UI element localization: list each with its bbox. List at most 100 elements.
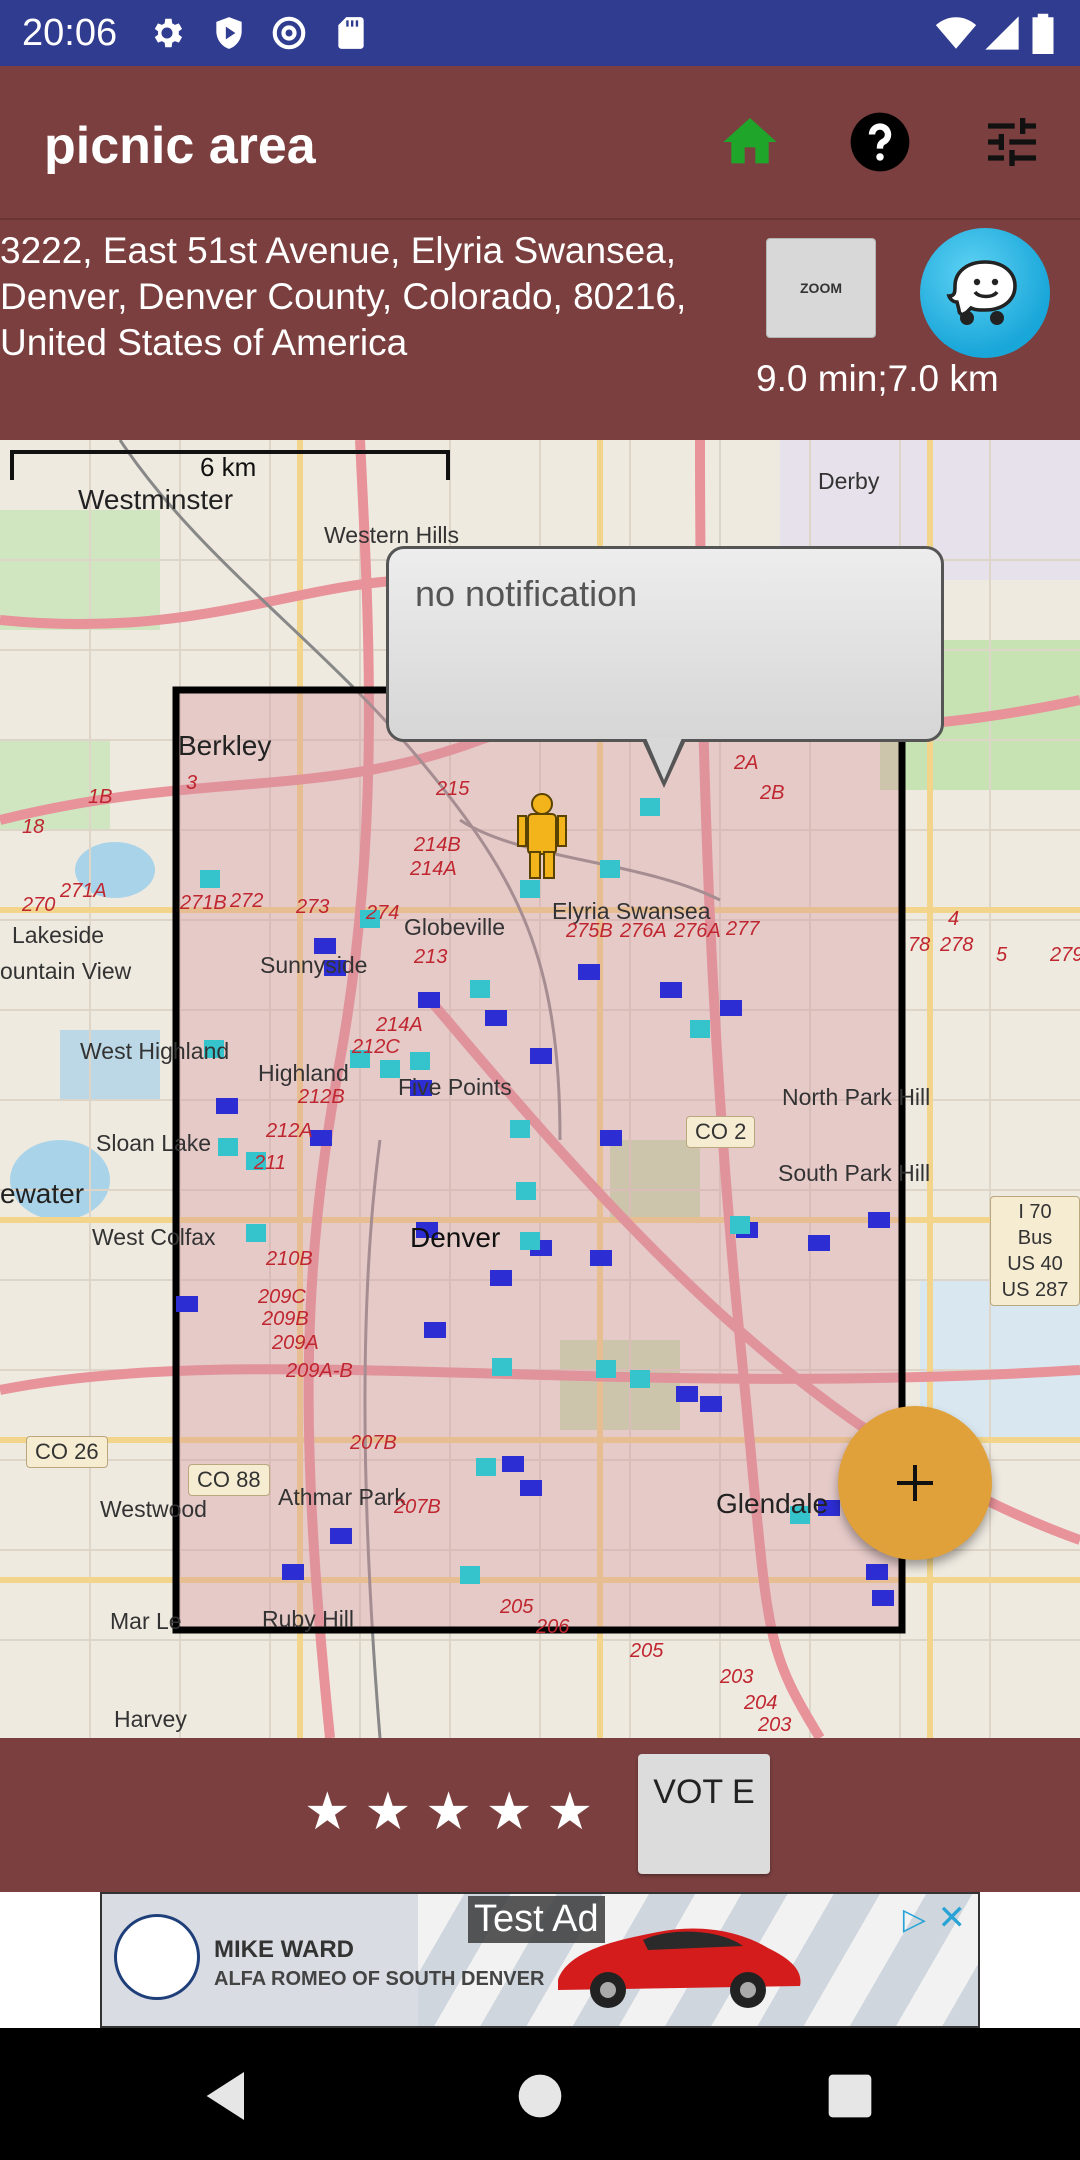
home-icon[interactable]	[718, 110, 782, 174]
road-number: 214A	[410, 858, 457, 880]
road-number: 275B	[566, 920, 613, 942]
road-number: 271A	[60, 880, 107, 902]
place-label: West Colfax	[92, 1224, 216, 1250]
place-label: Sunnyside	[260, 952, 368, 978]
road-number: 276A	[620, 920, 667, 942]
road-number: 2A	[734, 752, 759, 774]
vote-button[interactable]: VOT E	[638, 1754, 770, 1874]
road-number: 278	[940, 934, 974, 956]
place-label: Westwood	[100, 1496, 207, 1522]
road-number: 205	[500, 1596, 534, 1618]
road-number: 209A-B	[286, 1360, 353, 1382]
notification-bubble-tail-inner	[646, 738, 682, 780]
road-number: 209A	[272, 1332, 319, 1354]
road-number: 213	[414, 946, 448, 968]
address-panel: 3222, East 51st Avenue, Elyria Swansea, …	[0, 218, 1080, 440]
route-shield: I 70 Bus US 40 US 287	[990, 1196, 1080, 1306]
recents-icon[interactable]	[818, 2064, 882, 2128]
place-label: Glendale	[716, 1488, 829, 1519]
place-label: North Park Hill	[782, 1084, 931, 1110]
place-label: Highland	[258, 1060, 349, 1086]
route-shield: CO 88	[188, 1464, 270, 1496]
road-number: 212B	[298, 1086, 345, 1108]
app-screen: 20:06 picnic area 3222, East 51st Avenue…	[0, 0, 1080, 2160]
place-label: ountain View	[0, 958, 132, 984]
plus-icon	[897, 1465, 933, 1501]
notification-bubble[interactable]: no notification	[386, 546, 944, 742]
road-number: 78	[908, 934, 931, 956]
place-label: Lakeside	[12, 922, 105, 948]
map-scale-label: 6 km	[200, 452, 257, 482]
road-number: 212C	[352, 1036, 400, 1058]
shield-icon	[216, 17, 242, 49]
route-shield-line: I 70 Bus	[1017, 1201, 1053, 1249]
road-number: 279	[1050, 944, 1080, 966]
battery-icon	[1032, 13, 1054, 54]
status-time: 20:06	[22, 12, 118, 54]
adchoices-icon[interactable]: ▷	[903, 1902, 926, 1937]
road-number: 270	[22, 894, 56, 916]
route-info: 9.0 min;7.0 km	[756, 358, 999, 399]
place-label: Derby	[818, 468, 880, 494]
page-title: picnic area	[44, 117, 316, 175]
route-shield-line: US 40	[1007, 1253, 1063, 1275]
wifi-icon	[935, 17, 977, 49]
place-label: Sloan Lake	[96, 1130, 212, 1156]
road-number: 205	[630, 1640, 664, 1662]
ad-line-2: ALFA ROMEO OF SOUTH DENVER	[214, 1968, 545, 1990]
road-number: 210B	[266, 1248, 313, 1270]
route-shield: CO 26	[26, 1436, 108, 1468]
road-number: 209C	[258, 1286, 306, 1308]
sd-card-icon	[338, 17, 364, 49]
road-number: 214B	[414, 834, 461, 856]
app-bar: picnic area	[0, 66, 1080, 218]
zoom-button[interactable]: ZOOM	[766, 238, 876, 338]
ad-banner[interactable]: MIKE WARD ALFA ROMEO OF SOUTH DENVER Tes…	[100, 1892, 980, 2028]
road-number: 207B	[394, 1496, 441, 1518]
place-label: Western Hills	[324, 522, 460, 548]
road-number: 212A	[266, 1120, 313, 1142]
place-label: Mar Le	[110, 1608, 182, 1634]
place-label: Ruby Hill	[262, 1606, 355, 1632]
close-icon[interactable]: ✕	[938, 1898, 967, 1938]
system-nav-bar	[0, 2028, 1080, 2160]
road-number: 18	[22, 816, 45, 838]
back-icon[interactable]	[196, 2064, 260, 2128]
star-rating[interactable]: ★★★★★	[304, 1782, 607, 1842]
road-number: 1B	[88, 786, 113, 808]
place-label: Athmar Park	[278, 1484, 406, 1510]
place-label: Globeville	[404, 914, 505, 940]
test-ad-label: Test Ad	[468, 1896, 605, 1943]
place-label: Harvey	[114, 1706, 187, 1732]
help-icon[interactable]	[848, 110, 912, 174]
waze-navigation-button[interactable]	[920, 228, 1050, 358]
tune-icon[interactable]	[980, 110, 1044, 174]
address-text: 3222, East 51st Avenue, Elyria Swansea, …	[0, 230, 687, 363]
status-bar: 20:06	[0, 0, 1080, 66]
at-sign-icon	[272, 16, 306, 50]
waze-icon	[946, 260, 1017, 325]
road-number: 214A	[376, 1014, 423, 1036]
home-circle-icon[interactable]	[508, 2064, 572, 2128]
place-label: Berkley	[178, 730, 272, 761]
road-number: 277	[726, 918, 760, 940]
road-number: 271B	[180, 892, 227, 914]
signal-icon	[985, 16, 1019, 50]
road-number: 4	[948, 908, 960, 930]
road-number: 5	[996, 944, 1008, 966]
alfa-romeo-logo	[114, 1914, 200, 2000]
add-button[interactable]	[838, 1406, 992, 1560]
route-shield-line: US 287	[1001, 1279, 1069, 1301]
road-number: 276A	[674, 920, 721, 942]
place-label: South Park Hill	[778, 1160, 931, 1186]
place-label: Westminster	[78, 484, 234, 515]
route-shield: CO 2	[686, 1116, 756, 1148]
road-number: 206	[536, 1616, 570, 1638]
road-number: 274	[366, 902, 400, 924]
road-number: 272	[230, 890, 264, 912]
place-label: West Highland	[80, 1038, 230, 1064]
road-number: 273	[296, 896, 330, 918]
place-label: Five Points	[398, 1074, 512, 1100]
road-number: 203	[720, 1666, 754, 1688]
road-number: 3	[186, 772, 198, 794]
